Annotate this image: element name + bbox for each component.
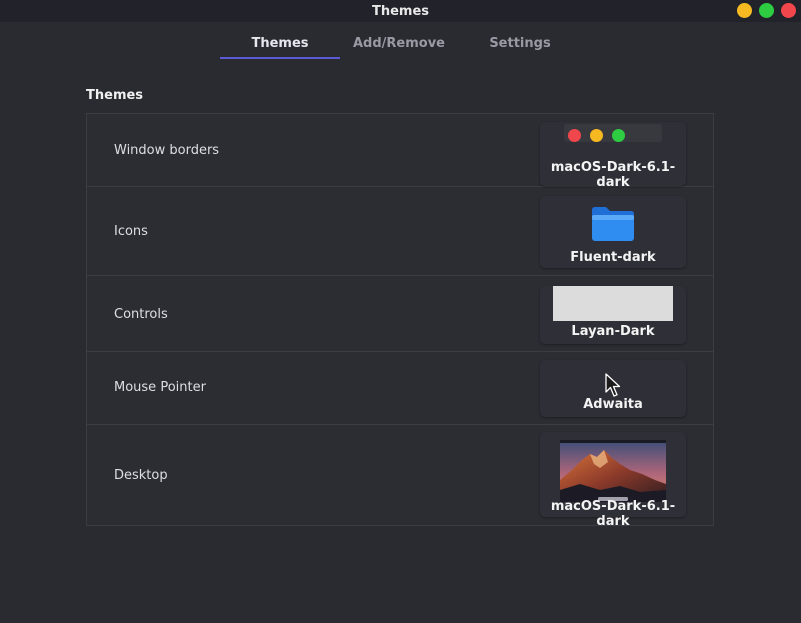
mountain-wallpaper-image	[560, 440, 666, 502]
arrow-pointer-icon	[605, 373, 621, 397]
row-label: Desktop	[114, 468, 168, 483]
minimize-button[interactable]	[737, 3, 752, 18]
active-tab-indicator	[220, 57, 340, 59]
row-label: Mouse Pointer	[114, 380, 206, 395]
tab-add-remove[interactable]: Add/Remove	[345, 36, 453, 51]
mouse-pointer-theme-button[interactable]: Adwaita	[540, 360, 686, 417]
card-label: Layan-Dark	[571, 324, 655, 339]
maximize-dot-icon	[612, 129, 625, 142]
theme-row-desktop: Desktop macOS-Dark-6.1-dark	[87, 425, 713, 529]
row-label: Window borders	[114, 143, 220, 158]
section-title: Themes	[86, 88, 144, 103]
close-dot-icon	[568, 129, 581, 142]
card-label: Fluent-dark	[570, 250, 656, 265]
row-label: Controls	[114, 307, 168, 322]
title-bar: Themes	[0, 0, 801, 22]
card-label: macOS-Dark-6.1-dark	[550, 160, 676, 190]
desktop-theme-button[interactable]: macOS-Dark-6.1-dark	[540, 432, 686, 529]
minimize-dot-icon	[590, 129, 603, 142]
card-label: Adwaita	[583, 397, 643, 412]
theme-row-icons: Icons Fluent-dark	[87, 187, 713, 276]
window-borders-theme-button[interactable]: macOS-Dark-6.1-dark	[540, 122, 686, 190]
maximize-button[interactable]	[759, 3, 774, 18]
controls-theme-button[interactable]: Layan-Dark	[540, 286, 686, 344]
close-button[interactable]	[781, 3, 796, 18]
tab-bar: Themes Add/Remove Settings	[0, 22, 801, 60]
theme-row-controls: Controls Layan-Dark	[87, 276, 713, 352]
controls-preview	[553, 286, 673, 321]
card-label: macOS-Dark-6.1-dark	[550, 499, 676, 529]
tab-themes[interactable]: Themes	[220, 36, 340, 51]
theme-row-window-borders: Window borders macOS-Dark-6.1-dark	[87, 114, 713, 190]
row-label: Icons	[114, 224, 148, 239]
window-title: Themes	[371, 4, 430, 19]
theme-list: Window borders macOS-Dark-6.1-dark Icons…	[86, 113, 714, 529]
folder-icon	[592, 207, 634, 241]
tab-settings[interactable]: Settings	[470, 36, 570, 51]
icons-theme-button[interactable]: Fluent-dark	[540, 196, 686, 268]
theme-row-mouse-pointer: Mouse Pointer Adwaita	[87, 352, 713, 425]
